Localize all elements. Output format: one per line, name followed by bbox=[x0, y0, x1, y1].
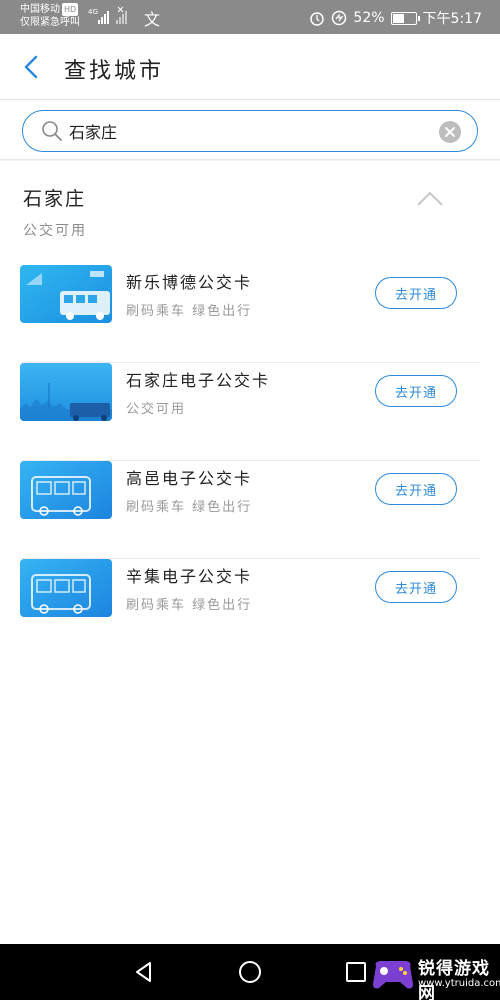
wen-icon: 文 bbox=[144, 10, 161, 29]
battery-icon bbox=[390, 11, 420, 25]
clear-button[interactable] bbox=[439, 121, 461, 143]
main-content: 石家庄 公交可用 新乐博德公交卡 刷码乘车 绿色出行 去开通 石家庄电子公交卡 … bbox=[0, 161, 500, 944]
clock-time: 下午5:17 bbox=[422, 11, 482, 27]
nav-recents-icon bbox=[346, 962, 366, 982]
status-right: 52% 下午5:17 bbox=[309, 8, 482, 28]
signal-icon: 4G bbox=[88, 6, 132, 26]
card-desc: 公交可用 bbox=[126, 402, 187, 417]
card-thumbnail bbox=[20, 363, 112, 421]
card-name: 辛集电子公交卡 bbox=[126, 567, 253, 586]
activate-button[interactable]: 去开通 bbox=[375, 277, 457, 309]
search-bar bbox=[0, 100, 500, 160]
back-icon bbox=[24, 55, 38, 79]
card-item[interactable]: 新乐博德公交卡 刷码乘车 绿色出行 去开通 bbox=[20, 265, 480, 363]
emergency-text: 仅限紧急呼叫 bbox=[20, 17, 80, 28]
activate-button[interactable]: 去开通 bbox=[375, 375, 457, 407]
page-title: 查找城市 bbox=[64, 59, 165, 84]
activate-button[interactable]: 去开通 bbox=[375, 473, 457, 505]
nav-recents-button[interactable] bbox=[344, 960, 368, 984]
card-item[interactable]: 石家庄电子公交卡 公交可用 去开通 bbox=[20, 363, 480, 461]
card-name: 高邑电子公交卡 bbox=[126, 469, 253, 488]
status-bar: 中国移动 HD 仅限紧急呼叫 4G 文 52% 下午5:17 bbox=[0, 0, 500, 34]
card-desc: 刷码乘车 绿色出行 bbox=[126, 500, 253, 515]
header: 查找城市 bbox=[0, 34, 500, 100]
collapse-button[interactable] bbox=[415, 189, 445, 209]
watermark-url: www.ytruida.com bbox=[418, 978, 500, 989]
watermark: 锐得游戏网 www.ytruida.com bbox=[370, 950, 500, 1000]
card-desc: 刷码乘车 绿色出行 bbox=[126, 304, 253, 319]
hd-badge: HD bbox=[62, 3, 79, 16]
gamepad-logo-icon bbox=[373, 961, 413, 989]
search-icon bbox=[42, 121, 62, 141]
card-desc: 刷码乘车 绿色出行 bbox=[126, 598, 253, 613]
back-button[interactable] bbox=[18, 53, 46, 81]
clear-icon bbox=[445, 127, 455, 137]
power-saving-icon bbox=[332, 10, 347, 26]
card-name: 石家庄电子公交卡 bbox=[126, 371, 271, 390]
city-subtitle: 公交可用 bbox=[23, 223, 87, 239]
nav-home-icon bbox=[239, 961, 261, 983]
card-item[interactable]: 高邑电子公交卡 刷码乘车 绿色出行 去开通 bbox=[20, 461, 480, 559]
card-name: 新乐博德公交卡 bbox=[126, 273, 253, 292]
nav-home-button[interactable] bbox=[238, 960, 262, 984]
watermark-text: 锐得游戏网 bbox=[418, 959, 490, 1000]
chevron-up-icon bbox=[417, 191, 443, 206]
card-thumbnail bbox=[20, 265, 112, 323]
alarm-icon bbox=[310, 12, 325, 26]
carrier-text: 中国移动 bbox=[20, 4, 60, 15]
search-input[interactable] bbox=[69, 117, 439, 145]
nav-back-button[interactable] bbox=[132, 960, 156, 984]
city-name: 石家庄 bbox=[23, 188, 87, 210]
network-type: 4G bbox=[88, 8, 98, 16]
status-left: 中国移动 HD 仅限紧急呼叫 bbox=[20, 3, 80, 29]
card-thumbnail bbox=[20, 461, 112, 519]
card-thumbnail bbox=[20, 559, 112, 617]
activate-button[interactable]: 去开通 bbox=[375, 571, 457, 603]
card-item[interactable]: 辛集电子公交卡 刷码乘车 绿色出行 去开通 bbox=[20, 559, 480, 657]
battery-percent: 52% bbox=[353, 10, 385, 26]
nav-back-icon bbox=[136, 962, 151, 982]
search-box[interactable] bbox=[22, 110, 478, 152]
